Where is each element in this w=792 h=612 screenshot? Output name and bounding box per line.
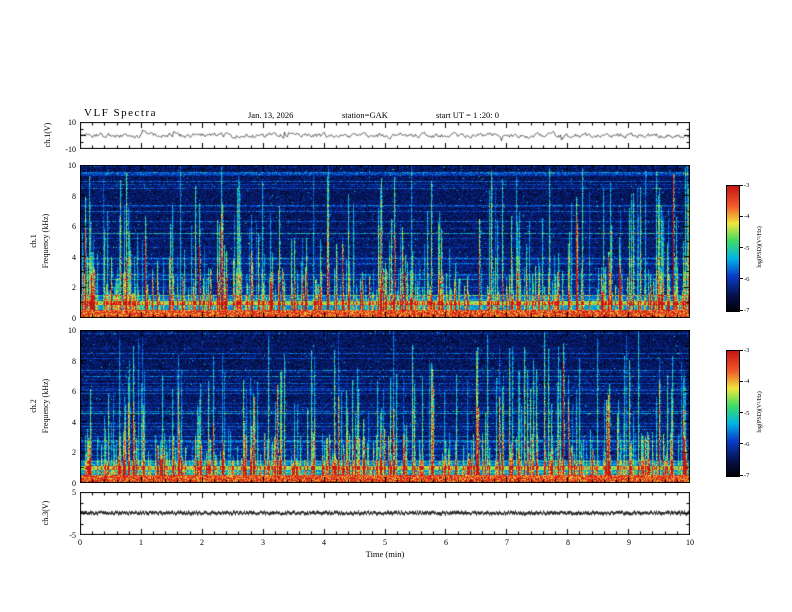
ch2-spectrogram-canvas bbox=[80, 330, 690, 483]
x-tick-label: 3 bbox=[261, 538, 265, 547]
x-tick-label: 4 bbox=[322, 538, 326, 547]
ch1-spec-y-tick-label: 4 bbox=[72, 252, 76, 262]
ch2-spec-ylabel-freq: Frequency (kHz) bbox=[41, 378, 50, 434]
x-tick-label: 10 bbox=[686, 538, 694, 547]
colorbar-tick-mark bbox=[740, 215, 743, 217]
x-tick-label: 5 bbox=[383, 538, 387, 547]
ch1-spec-y-tick-label: 2 bbox=[72, 283, 76, 293]
ch1-colorbar-label: log(PSD)(V²/Hz) bbox=[757, 226, 763, 268]
figure-title: VLF Spectra bbox=[84, 107, 158, 119]
ch2-spec-y-tick-label: 0 bbox=[72, 479, 76, 488]
colorbar-tick-label: -4 bbox=[744, 378, 750, 386]
colorbar-tick-mark bbox=[740, 474, 743, 476]
colorbar-tick-mark bbox=[740, 278, 743, 280]
ch3-wave-y-tick-label: -5 bbox=[69, 531, 76, 540]
x-tick-label: 8 bbox=[566, 538, 570, 547]
colorbar-tick-label: -5 bbox=[744, 409, 750, 417]
colorbar-tick-label: -7 bbox=[744, 307, 750, 314]
ch2-colorbar-label: log(PSD)(V²/Hz) bbox=[757, 391, 763, 433]
ch1-wave-y-tick-label: -10 bbox=[65, 145, 76, 154]
colorbar-tick-label: -6 bbox=[744, 440, 750, 448]
colorbar-tick-mark bbox=[740, 184, 743, 186]
start-ut-label: start UT = 1 :20: 0 bbox=[436, 110, 499, 120]
ch2-spec-y-tick-label: 10 bbox=[68, 326, 76, 335]
ch1-wave-y-tick-label: 10 bbox=[68, 118, 76, 127]
ch1-waveform-canvas bbox=[80, 122, 690, 149]
ch1-spec-y-tick-label: 6 bbox=[72, 222, 76, 232]
colorbar-tick-mark bbox=[740, 380, 743, 382]
x-tick-label: 1 bbox=[139, 538, 143, 547]
ch2-spec-ylabel-ch: ch.2 bbox=[29, 399, 38, 413]
colorbar-tick-label: -7 bbox=[744, 472, 750, 479]
colorbar-tick-label: -6 bbox=[744, 275, 750, 283]
colorbar-tick-mark bbox=[740, 443, 743, 445]
x-tick-label: 7 bbox=[505, 538, 509, 547]
ch2-spec-y-tick-label: 2 bbox=[72, 448, 76, 458]
colorbar-tick-label: -3 bbox=[744, 182, 750, 189]
colorbar-tick-mark bbox=[740, 349, 743, 351]
x-tick-label: 9 bbox=[627, 538, 631, 547]
ch1-colorbar bbox=[726, 185, 740, 312]
x-tick-label: 2 bbox=[200, 538, 204, 547]
colorbar-tick-mark bbox=[740, 309, 743, 311]
ch1-spectrogram-canvas bbox=[80, 165, 690, 318]
ch2-colorbar bbox=[726, 350, 740, 477]
ch2-spec-y-tick-label: 4 bbox=[72, 417, 76, 427]
colorbar-tick-label: -3 bbox=[744, 347, 750, 354]
station-label: station=GAK bbox=[342, 110, 388, 120]
colorbar-tick-label: -5 bbox=[744, 244, 750, 252]
ch2-spec-y-tick-label: 6 bbox=[72, 387, 76, 397]
ch3-waveform-canvas bbox=[80, 492, 690, 535]
ch2-spec-y-tick-label: 8 bbox=[72, 356, 76, 366]
ch1-spec-y-tick-label: 0 bbox=[72, 314, 76, 323]
x-tick-label: 6 bbox=[444, 538, 448, 547]
ch3-wave-y-tick-label: 5 bbox=[72, 488, 76, 497]
ch1-wave-ylabel: ch.1(V) bbox=[43, 122, 52, 148]
ch1-spec-y-tick-label: 10 bbox=[68, 161, 76, 170]
ch1-spec-y-tick-label: 8 bbox=[72, 191, 76, 201]
colorbar-tick-mark bbox=[740, 247, 743, 248]
colorbar-tick-mark bbox=[740, 412, 743, 413]
colorbar-tick-label: -4 bbox=[744, 213, 750, 221]
ch3-wave-ylabel: ch.3(V) bbox=[41, 500, 50, 526]
date-label: Jan. 13, 2026 bbox=[248, 110, 294, 120]
vlf-spectra-figure: VLF Spectra Jan. 13, 2026 station=GAK st… bbox=[0, 0, 792, 612]
ch1-spec-ylabel-freq: Frequency (kHz) bbox=[41, 213, 50, 269]
x-axis-label: Time (min) bbox=[365, 549, 405, 559]
ch1-spec-ylabel-ch: ch.1 bbox=[29, 234, 38, 248]
